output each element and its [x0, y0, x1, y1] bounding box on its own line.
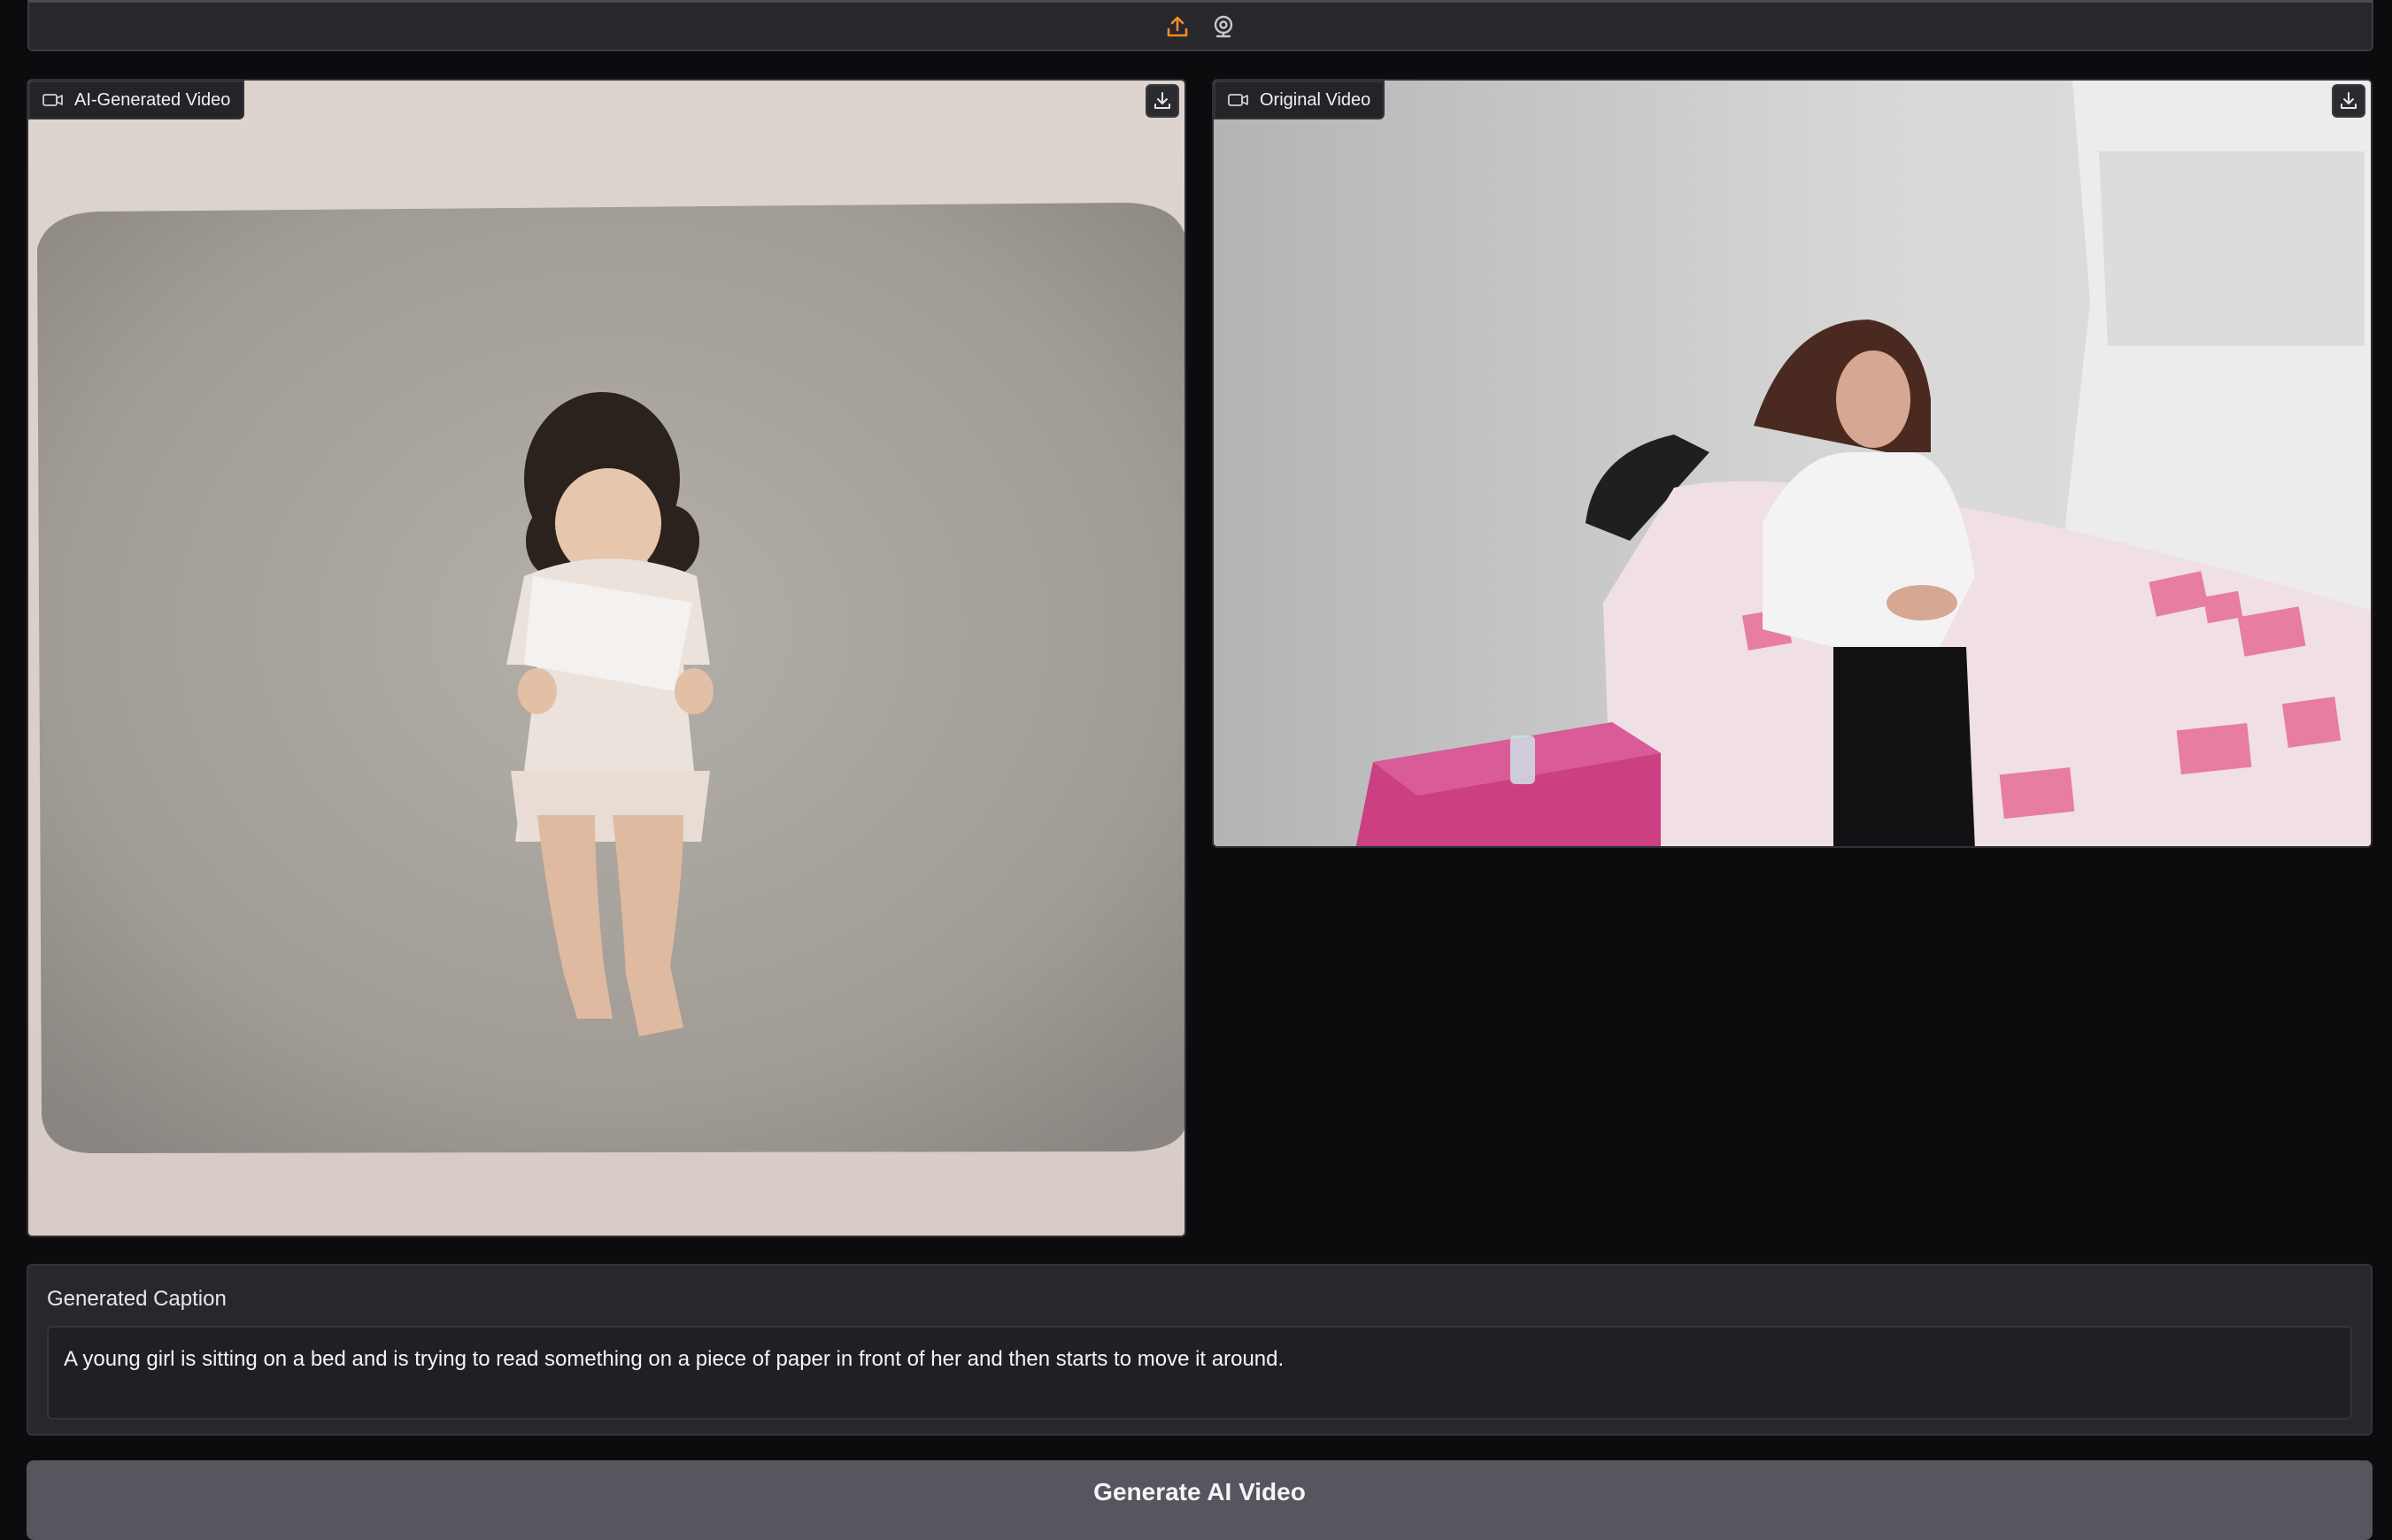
video-camera-icon — [42, 94, 63, 106]
generated-caption-label: Generated Caption — [47, 1287, 227, 1311]
webcam-icon[interactable] — [1208, 12, 1238, 42]
download-icon — [2341, 92, 2357, 109]
generated-caption-textarea[interactable]: A young girl is sitting on a bed and is … — [47, 1326, 2352, 1420]
generate-ai-video-button[interactable]: Generate AI Video — [27, 1460, 2373, 1540]
download-icon — [1154, 92, 1170, 109]
generated-caption-box: Generated Caption A young girl is sittin… — [27, 1264, 2373, 1436]
ai-video-download-button[interactable] — [1146, 84, 1179, 118]
video-camera-icon — [1228, 94, 1248, 106]
upload-icon[interactable] — [1162, 12, 1192, 42]
original-video-label-chip: Original Video — [1214, 81, 1385, 119]
original-video-download-button[interactable] — [2332, 84, 2365, 118]
original-video-label: Original Video — [1260, 89, 1371, 110]
source-toolbar — [27, 0, 2373, 51]
ai-generated-video-frame — [28, 81, 1184, 1236]
ai-video-label-chip: AI-Generated Video — [28, 81, 245, 119]
original-video-frame — [1214, 81, 2371, 846]
original-video-player[interactable]: Original Video — [1212, 79, 2373, 848]
ai-generated-video-player[interactable]: AI-Generated Video — [27, 79, 1186, 1237]
ai-video-label: AI-Generated Video — [74, 89, 231, 110]
